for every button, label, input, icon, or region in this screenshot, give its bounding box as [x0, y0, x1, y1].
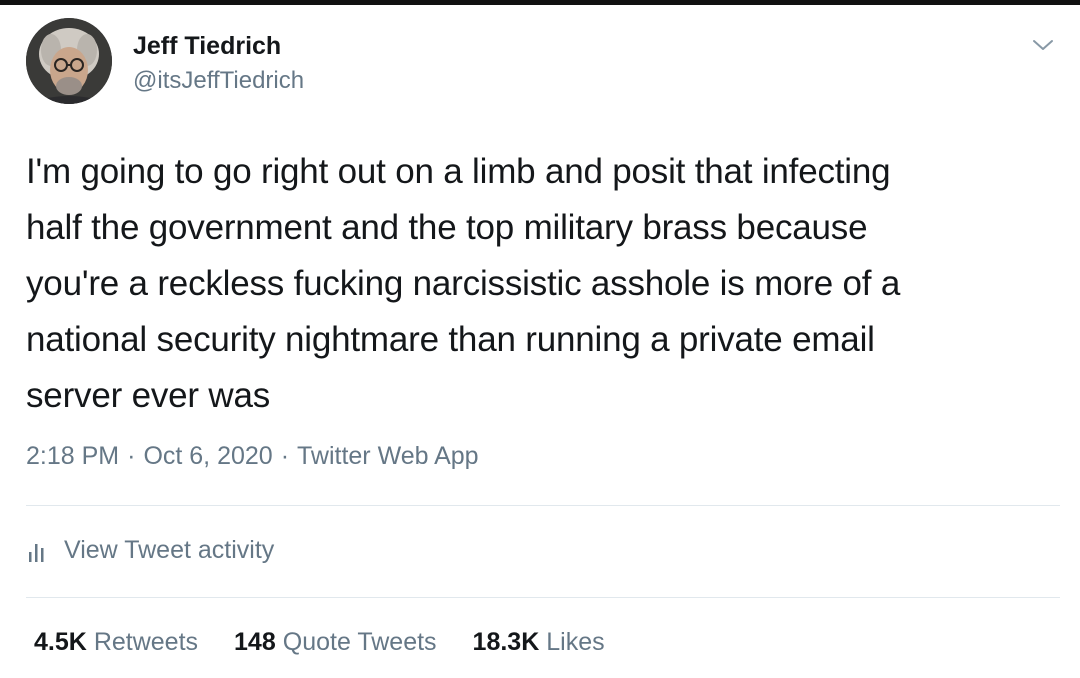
- avatar[interactable]: [26, 18, 112, 104]
- tweet-source[interactable]: Twitter Web App: [297, 442, 479, 470]
- quote-tweets-count: 148: [234, 628, 276, 656]
- view-tweet-activity-link[interactable]: View Tweet activity: [26, 536, 274, 565]
- tweet-date[interactable]: Oct 6, 2020: [143, 442, 272, 470]
- quote-tweets-stat[interactable]: 148 Quote Tweets: [234, 628, 437, 657]
- divider: [26, 505, 1060, 506]
- chevron-down-icon[interactable]: [1030, 35, 1056, 55]
- meta-separator: ·: [280, 442, 290, 470]
- author-handle[interactable]: @itsJeffTiedrich: [133, 67, 304, 95]
- bar-chart-icon: [29, 543, 44, 562]
- tweet-card: Jeff Tiedrich @itsJeffTiedrich I'm going…: [0, 5, 1080, 678]
- likes-stat[interactable]: 18.3K Likes: [473, 628, 605, 657]
- tweet-stats: 4.5K Retweets 148 Quote Tweets 18.3K Likes: [34, 628, 641, 657]
- avatar-image: [26, 18, 112, 104]
- retweets-count: 4.5K: [34, 628, 87, 656]
- divider: [26, 597, 1060, 598]
- tweet-text: I'm going to go right out on a limb and …: [26, 152, 901, 415]
- view-tweet-activity-label: View Tweet activity: [64, 536, 275, 564]
- tweet-metadata: 2:18 PM · Oct 6, 2020 · Twitter Web App: [26, 442, 479, 471]
- quote-tweets-label: Quote Tweets: [282, 628, 437, 656]
- author-display-name[interactable]: Jeff Tiedrich: [133, 32, 281, 61]
- likes-label: Likes: [546, 628, 605, 656]
- likes-count: 18.3K: [472, 628, 540, 656]
- tweet-time[interactable]: 2:18 PM: [26, 442, 119, 470]
- meta-separator: ·: [127, 442, 136, 470]
- retweets-stat[interactable]: 4.5K Retweets: [34, 628, 198, 657]
- retweets-label: Retweets: [93, 628, 199, 656]
